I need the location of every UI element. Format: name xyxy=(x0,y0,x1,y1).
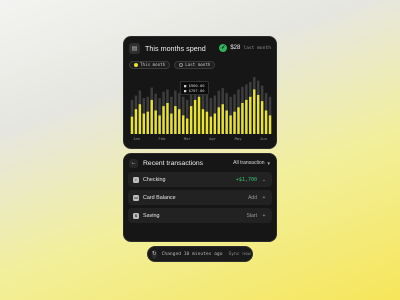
grey-circle-icon xyxy=(179,62,184,67)
bar-this-month[interactable] xyxy=(162,106,165,134)
transaction-row-checking[interactable]: ▪ Checking +$1,700 ⌄ xyxy=(128,172,272,187)
bar-this-month[interactable] xyxy=(213,113,217,134)
chart-legend: This month Last month xyxy=(124,59,276,70)
refresh-icon[interactable]: ↻ xyxy=(152,249,157,259)
row-value: Add xyxy=(248,194,257,201)
row-label: Card Balance xyxy=(143,194,176,201)
bar-this-month[interactable] xyxy=(237,107,240,134)
bar-this-month[interactable] xyxy=(174,106,177,134)
check-icon: ✓ xyxy=(219,44,228,52)
bar-this-month[interactable] xyxy=(146,111,149,134)
transactions-header: ← Recent transactions All transaction ▼ xyxy=(124,154,276,172)
month-tick-label: Jun xyxy=(259,136,267,141)
bar-this-month[interactable] xyxy=(166,103,169,134)
folder-icon[interactable]: ▤ xyxy=(129,42,140,54)
card-icon: ▭ xyxy=(133,194,139,201)
bar-this-month[interactable] xyxy=(217,107,220,134)
bar-this-month[interactable] xyxy=(225,110,228,134)
legend-this-month[interactable]: This month xyxy=(129,60,171,69)
bar-this-month[interactable] xyxy=(260,101,264,134)
bar-this-month[interactable] xyxy=(241,103,244,134)
transactions-card: ← Recent transactions All transaction ▼ … xyxy=(123,153,277,242)
bar-this-month[interactable] xyxy=(185,118,189,135)
bar-this-month[interactable] xyxy=(142,113,146,134)
legend-this-month-label: This month xyxy=(140,62,166,67)
bar-this-month[interactable] xyxy=(189,106,193,134)
chart-tooltip: ■ $960.00 ■ $707.00 xyxy=(180,81,209,95)
add-icon[interactable]: + xyxy=(261,195,267,201)
legend-last-month[interactable]: Last month xyxy=(174,60,216,69)
sync-now-button[interactable]: Sync now xyxy=(228,252,250,257)
month-tick-label: Feb xyxy=(158,136,166,141)
row-label: Saving xyxy=(143,212,160,219)
bar-this-month[interactable] xyxy=(245,99,248,134)
bar-this-month[interactable] xyxy=(154,110,157,134)
sync-status-text: Changed 10 minutes ago xyxy=(161,251,223,257)
bar-this-month[interactable] xyxy=(193,99,197,134)
piggy-bank-icon: $ xyxy=(133,212,139,219)
bar-this-month[interactable] xyxy=(150,99,153,134)
bar-this-month[interactable] xyxy=(197,96,201,134)
row-value: Start xyxy=(246,212,257,219)
tooltip-value-2: ■ $707.00 xyxy=(184,88,205,93)
spend-chart: ■ $960.00 ■ $707.00 Jan Feb Mar Apr May Jun xyxy=(130,72,272,144)
spend-amount: $28 xyxy=(230,45,241,51)
spend-summary: ✓ $28 last month xyxy=(219,44,271,52)
bar-this-month[interactable] xyxy=(134,109,138,134)
yellow-dot-icon xyxy=(134,62,138,67)
month-tick-label: Jan xyxy=(133,136,141,141)
bar-this-month[interactable] xyxy=(170,113,173,134)
bar-this-month[interactable] xyxy=(233,111,236,134)
bar-this-month[interactable] xyxy=(249,96,252,134)
bar-this-month[interactable] xyxy=(138,104,142,134)
bar-this-month[interactable] xyxy=(268,115,272,134)
month-tick-label: Apr xyxy=(209,136,217,141)
transaction-row-card-balance[interactable]: ▭ Card Balance Add + xyxy=(128,190,272,205)
bar-this-month[interactable] xyxy=(253,89,256,134)
wallet-icon: ▪ xyxy=(133,176,139,183)
bar-this-month[interactable] xyxy=(209,116,213,134)
spend-card-header: ▤ This months spend ✓ $28 last month xyxy=(124,37,276,59)
transactions-title: Recent transactions xyxy=(143,159,204,167)
bar-this-month[interactable] xyxy=(205,111,209,134)
bar-this-month[interactable] xyxy=(158,115,161,134)
row-label: Checking xyxy=(143,176,166,183)
sync-status-bar: ↻ Changed 10 minutes ago Sync now xyxy=(147,246,253,262)
chevron-down-icon[interactable]: ⌄ xyxy=(261,177,267,183)
spend-compare-label: last month xyxy=(243,45,271,51)
bar-this-month[interactable] xyxy=(201,109,205,134)
add-icon[interactable]: + xyxy=(261,213,267,219)
bar-this-month[interactable] xyxy=(229,115,232,134)
transaction-filter-dropdown[interactable]: All transaction ▼ xyxy=(233,160,271,166)
bar-this-month[interactable] xyxy=(178,109,181,134)
row-value: +$1,700 xyxy=(235,176,257,183)
bar-this-month[interactable] xyxy=(182,115,185,134)
spend-card: ▤ This months spend ✓ $28 last month Thi… xyxy=(123,36,277,149)
transaction-row-saving[interactable]: $ Saving Start + xyxy=(128,208,272,223)
bar-this-month[interactable] xyxy=(221,104,224,134)
back-arrow-button[interactable]: ← xyxy=(129,158,138,168)
chevron-down-icon: ▼ xyxy=(266,160,271,166)
bar-this-month[interactable] xyxy=(256,94,260,134)
spend-card-title: This months spend xyxy=(145,43,206,53)
month-tick-label: May xyxy=(234,136,242,141)
month-axis: Jan Feb Mar Apr May Jun xyxy=(130,136,270,141)
filter-label: All transaction xyxy=(233,160,265,166)
bar-this-month[interactable] xyxy=(264,110,268,134)
legend-last-month-label: Last month xyxy=(185,62,211,67)
month-tick-label: Mar xyxy=(183,136,191,141)
bar-this-month[interactable] xyxy=(130,116,134,134)
